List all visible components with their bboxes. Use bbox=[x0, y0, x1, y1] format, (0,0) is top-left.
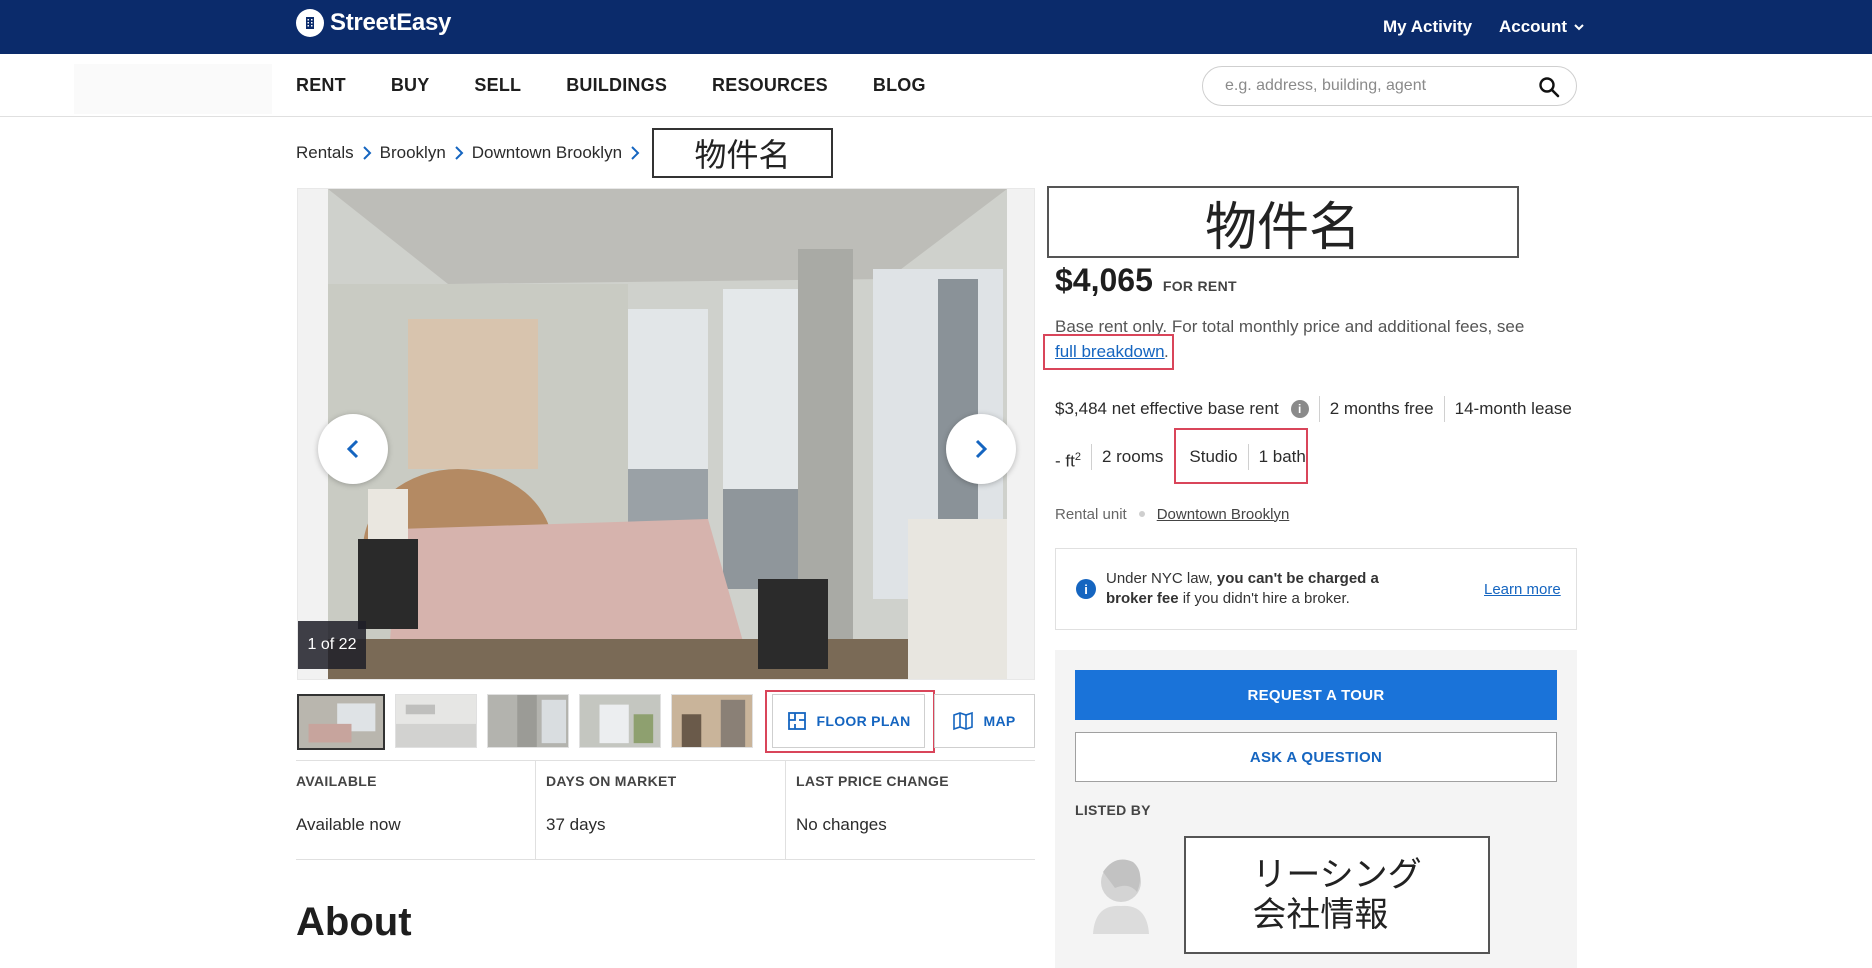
stat-label: DAYS ON MARKET bbox=[546, 773, 677, 789]
nav-buildings[interactable]: BUILDINGS bbox=[566, 75, 667, 96]
next-photo-button[interactable] bbox=[946, 414, 1016, 484]
sqft-text: - ft bbox=[1055, 451, 1075, 471]
neighborhood-link[interactable]: Downtown Brooklyn bbox=[1157, 506, 1290, 523]
stat-value: 37 days bbox=[546, 815, 606, 834]
listed-by-label: LISTED BY bbox=[1075, 802, 1151, 818]
rent-facts: $3,484 net effective base rent i 2 month… bbox=[1055, 394, 1582, 424]
sqft-superscript: 2 bbox=[1074, 451, 1081, 463]
thumbnail[interactable] bbox=[671, 694, 753, 748]
breadcrumb-current: 物件名 bbox=[652, 128, 834, 178]
account-label: Account bbox=[1499, 17, 1567, 36]
floor-plan-label: FLOOR PLAN bbox=[816, 713, 911, 729]
about-heading: About bbox=[296, 900, 412, 944]
chevron-right-icon bbox=[446, 143, 472, 163]
beds-baths-highlight bbox=[1174, 428, 1308, 484]
previous-photo-button[interactable] bbox=[318, 414, 388, 484]
listing-title: 物件名 bbox=[1047, 186, 1519, 258]
nav-sell[interactable]: SELL bbox=[474, 75, 521, 96]
breadcrumb: Rentals Brooklyn Downtown Brooklyn 物件名 bbox=[296, 128, 834, 178]
photo-counter: 1 of 22 bbox=[298, 621, 366, 669]
lease-term: 14-month lease bbox=[1443, 396, 1582, 422]
breadcrumb-downtown-brooklyn[interactable]: Downtown Brooklyn bbox=[472, 143, 622, 163]
map-button[interactable]: MAP bbox=[934, 694, 1035, 748]
stat-last-price-change: LAST PRICE CHANGE No changes bbox=[785, 761, 1035, 859]
chevron-left-icon bbox=[346, 439, 359, 459]
agent-info-text: リーシング 会社情報 bbox=[1252, 856, 1422, 934]
floor-plan-icon bbox=[787, 712, 806, 730]
contact-panel: REQUEST A TOUR ASK A QUESTION LISTED BY … bbox=[1055, 650, 1577, 968]
net-effective-rent: $3,484 net effective base rent i bbox=[1055, 396, 1319, 422]
streeteasy-logo[interactable]: StreetEasy bbox=[296, 6, 451, 40]
nav-blank-area bbox=[74, 64, 272, 114]
learn-more-link[interactable]: Learn more bbox=[1484, 581, 1561, 598]
info-icon: i bbox=[1076, 579, 1096, 599]
square-feet: - ft2 bbox=[1055, 444, 1091, 471]
separator-dot bbox=[1138, 511, 1145, 517]
thumbnail-strip bbox=[297, 694, 753, 750]
request-tour-button[interactable]: REQUEST A TOUR bbox=[1075, 670, 1557, 720]
floor-plan-button[interactable]: FLOOR PLAN bbox=[772, 694, 925, 748]
broker-fee-notice: i Under NYC law, you can't be charged a … bbox=[1055, 548, 1577, 630]
stat-label: LAST PRICE CHANGE bbox=[796, 773, 949, 789]
photo-gallery[interactable]: 1 of 22 bbox=[297, 188, 1035, 680]
map-label: MAP bbox=[983, 713, 1016, 729]
listing-stats: AVAILABLE Available now DAYS ON MARKET 3… bbox=[296, 760, 1035, 860]
main-nav: RENT BUY SELL BUILDINGS RESOURCES BLOG bbox=[0, 54, 1872, 117]
notice-suffix: if you didn't hire a broker. bbox=[1182, 590, 1350, 607]
rooms: 2 rooms bbox=[1090, 444, 1173, 470]
ask-question-button[interactable]: ASK A QUESTION bbox=[1075, 732, 1557, 782]
price: $4,065 bbox=[1055, 262, 1153, 298]
stat-label: AVAILABLE bbox=[296, 773, 377, 789]
nav-blog[interactable]: BLOG bbox=[873, 75, 926, 96]
breadcrumb-brooklyn[interactable]: Brooklyn bbox=[380, 143, 446, 163]
chevron-down-icon bbox=[1574, 24, 1584, 31]
months-free: 2 months free bbox=[1318, 396, 1444, 422]
breakdown-period: . bbox=[1164, 342, 1169, 361]
top-bar: StreetEasy My Activity Account bbox=[0, 0, 1872, 54]
chevron-right-icon bbox=[975, 439, 988, 459]
stat-days-on-market: DAYS ON MARKET 37 days bbox=[535, 761, 785, 859]
search-input[interactable] bbox=[1225, 67, 1525, 105]
chevron-right-icon bbox=[622, 143, 648, 163]
thumbnail[interactable] bbox=[487, 694, 569, 748]
notice-prefix: Under NYC law, bbox=[1106, 570, 1213, 587]
thumbnail[interactable] bbox=[579, 694, 661, 748]
nav-items: RENT BUY SELL BUILDINGS RESOURCES BLOG bbox=[296, 54, 926, 117]
my-activity-link[interactable]: My Activity bbox=[1383, 12, 1472, 42]
stat-value: Available now bbox=[296, 815, 401, 834]
stat-available: AVAILABLE Available now bbox=[296, 761, 535, 859]
thumbnail[interactable] bbox=[297, 694, 385, 750]
agent-avatar bbox=[1093, 859, 1149, 934]
stat-value: No changes bbox=[796, 815, 887, 834]
price-type: FOR RENT bbox=[1162, 278, 1237, 294]
unit-type: Rental unit bbox=[1055, 505, 1127, 523]
full-breakdown-link[interactable]: full breakdown bbox=[1055, 338, 1165, 365]
map-icon bbox=[953, 711, 974, 731]
nav-resources[interactable]: RESOURCES bbox=[712, 75, 828, 96]
price-row: $4,065 FOR RENT bbox=[1055, 262, 1237, 302]
search-icon[interactable] bbox=[1538, 76, 1560, 98]
account-menu[interactable]: Account bbox=[1499, 12, 1585, 42]
nav-buy[interactable]: BUY bbox=[391, 75, 430, 96]
net-effective-text: $3,484 net effective base rent bbox=[1055, 399, 1279, 418]
building-icon bbox=[296, 9, 324, 37]
info-icon[interactable]: i bbox=[1290, 400, 1309, 418]
agent-info[interactable]: リーシング 会社情報 bbox=[1184, 836, 1490, 954]
thumbnail[interactable] bbox=[395, 694, 477, 748]
listing-photo[interactable] bbox=[328, 189, 1007, 679]
logo-text: StreetEasy bbox=[330, 9, 452, 36]
listing-meta: Rental unit Downtown Brooklyn bbox=[1055, 504, 1289, 524]
breadcrumb-rentals[interactable]: Rentals bbox=[296, 143, 354, 163]
chevron-right-icon bbox=[354, 143, 380, 163]
nav-rent[interactable]: RENT bbox=[296, 75, 346, 96]
search-bar bbox=[1202, 66, 1577, 106]
notice-text: Under NYC law, you can't be charged a br… bbox=[1106, 569, 1426, 609]
